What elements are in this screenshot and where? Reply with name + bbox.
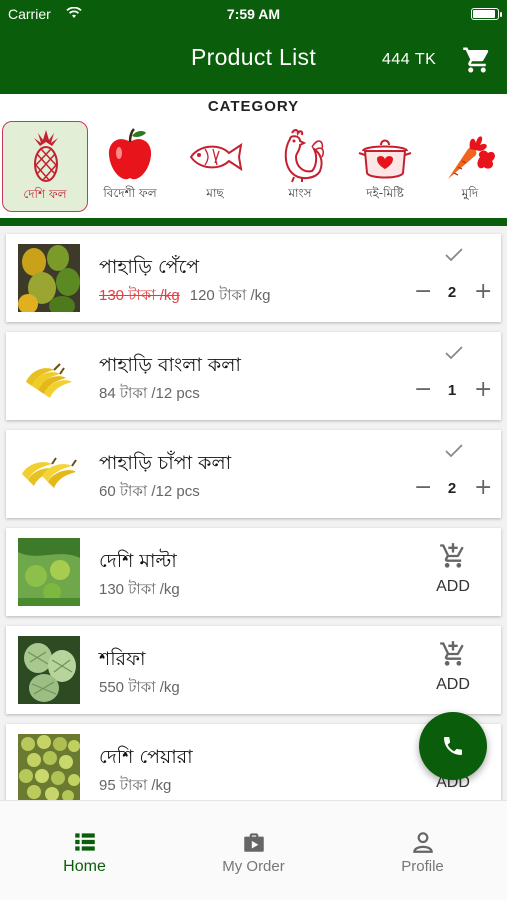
pineapple-icon [34,130,58,182]
product-current-price: 550 টাকা /kg [99,679,180,696]
product-price: 95 টাকা /kg [99,774,171,799]
status-bar: Carrier 7:59 AM [8,6,502,22]
category-section: CATEGORY দেশি ফল বিদেশী ফল মাছ মাংস দই-ম… [0,94,507,218]
battery-icon [471,8,502,20]
bottom-navigation: Home My Order Profile [0,800,507,900]
product-name: পাহাড়ি বাংলা কলা [99,354,241,376]
category-item-mudi[interactable]: মুদি [427,121,507,212]
check-icon [445,248,463,262]
product-price: 130 টাকা /kg [99,578,180,603]
product-name: পাহাড়ি পেঁপে [99,256,200,278]
quantity-value: 2 [447,284,457,301]
increase-quantity-button[interactable]: + [474,281,492,303]
call-button[interactable] [419,712,487,780]
product-list[interactable]: পাহাড়ি পেঁপে 130 টাকা /kg 120 টাকা /kg −… [0,226,507,800]
product-card[interactable]: দেশি মাল্টা 130 টাকা /kg ADD [6,528,501,616]
category-item-deshi-fol[interactable]: দেশি ফল [2,121,88,212]
vegetable-icon [448,136,495,179]
decrease-quantity-button[interactable]: − [414,281,432,303]
product-current-price: 130 টাকা /kg [99,581,180,598]
increase-quantity-button[interactable]: + [474,477,492,499]
sweet-pot-icon [358,139,412,179]
home-list-icon [75,833,95,851]
add-to-cart-icon[interactable] [439,640,467,668]
category-divider [0,218,507,226]
phone-icon [444,737,462,755]
product-name: দেশি মাল্টা [99,550,177,572]
check-icon [445,444,463,458]
category-label: দেশি ফল [23,187,67,201]
category-label: মাছ [206,186,224,200]
nav-profile[interactable]: Profile [338,801,507,900]
increase-quantity-button[interactable]: + [474,379,492,401]
quantity-value: 1 [447,382,457,399]
custard-apple-image [18,636,80,704]
rooster-icon [284,129,325,183]
category-label: বিদেশী ফল [103,186,157,200]
profile-icon [413,832,433,853]
balance-amount: 444 TK [382,51,437,68]
nav-label: Profile [401,858,444,875]
fish-icon [189,142,243,172]
product-current-price: 84 টাকা /12 pcs [99,385,200,402]
category-label: মুদি [461,186,479,200]
apple-icon [108,128,152,180]
product-price: 130 টাকা /kg 120 টাকা /kg [99,284,271,309]
product-price: 550 টাকা /kg [99,676,180,701]
product-card[interactable]: পাহাড়ি চাঁপা কলা 60 টাকা /12 pcs − 2 + [6,430,501,518]
order-bag-icon [244,833,264,852]
nav-home[interactable]: Home [0,801,169,900]
papaya-image [18,244,80,312]
category-item-mach[interactable]: মাছ [172,121,258,212]
category-label: মাংস [288,186,312,200]
product-name: শরিফা [99,648,146,670]
product-old-price: 130 টাকা /kg [99,287,180,304]
product-current-price: 95 টাকা /kg [99,777,172,794]
add-button[interactable]: ADD [424,578,482,596]
cart-icon[interactable] [462,45,492,75]
decrease-quantity-button[interactable]: − [414,477,432,499]
app-bar: Carrier 7:59 AM Product List 444 TK [0,0,507,94]
product-price: 84 টাকা /12 pcs [99,382,200,407]
product-card[interactable]: পাহাড়ি পেঁপে 130 টাকা /kg 120 টাকা /kg −… [6,234,501,322]
add-to-cart-icon[interactable] [439,542,467,570]
add-button[interactable]: ADD [424,676,482,694]
check-icon [445,346,463,360]
product-current-price: 120 টাকা /kg [189,287,271,304]
category-item-bideshi-fol[interactable]: বিদেশী ফল [87,121,173,212]
banana-image [18,342,80,410]
nav-label: Home [63,858,106,875]
status-time: 7:59 AM [226,6,281,22]
nav-my-order[interactable]: My Order [169,801,338,900]
category-item-mangsho[interactable]: মাংস [257,121,343,212]
product-card[interactable]: শরিফা 550 টাকা /kg ADD [6,626,501,714]
decrease-quantity-button[interactable]: − [414,379,432,401]
nav-label: My Order [222,858,285,875]
malta-image [18,538,80,606]
quantity-value: 2 [447,480,457,497]
category-label: দই-মিষ্টি [366,186,404,200]
category-heading: CATEGORY [207,98,300,115]
product-current-price: 60 টাকা /12 pcs [99,483,200,500]
product-name: পাহাড়ি চাঁপা কলা [99,452,232,474]
banana-image [18,440,80,508]
category-item-doi-mishti[interactable]: দই-মিষ্টি [342,121,428,212]
guava-image [18,734,80,800]
product-name: দেশি পেয়ারা [99,746,193,768]
product-price: 60 টাকা /12 pcs [99,480,200,505]
product-card[interactable]: পাহাড়ি বাংলা কলা 84 টাকা /12 pcs − 1 + [6,332,501,420]
